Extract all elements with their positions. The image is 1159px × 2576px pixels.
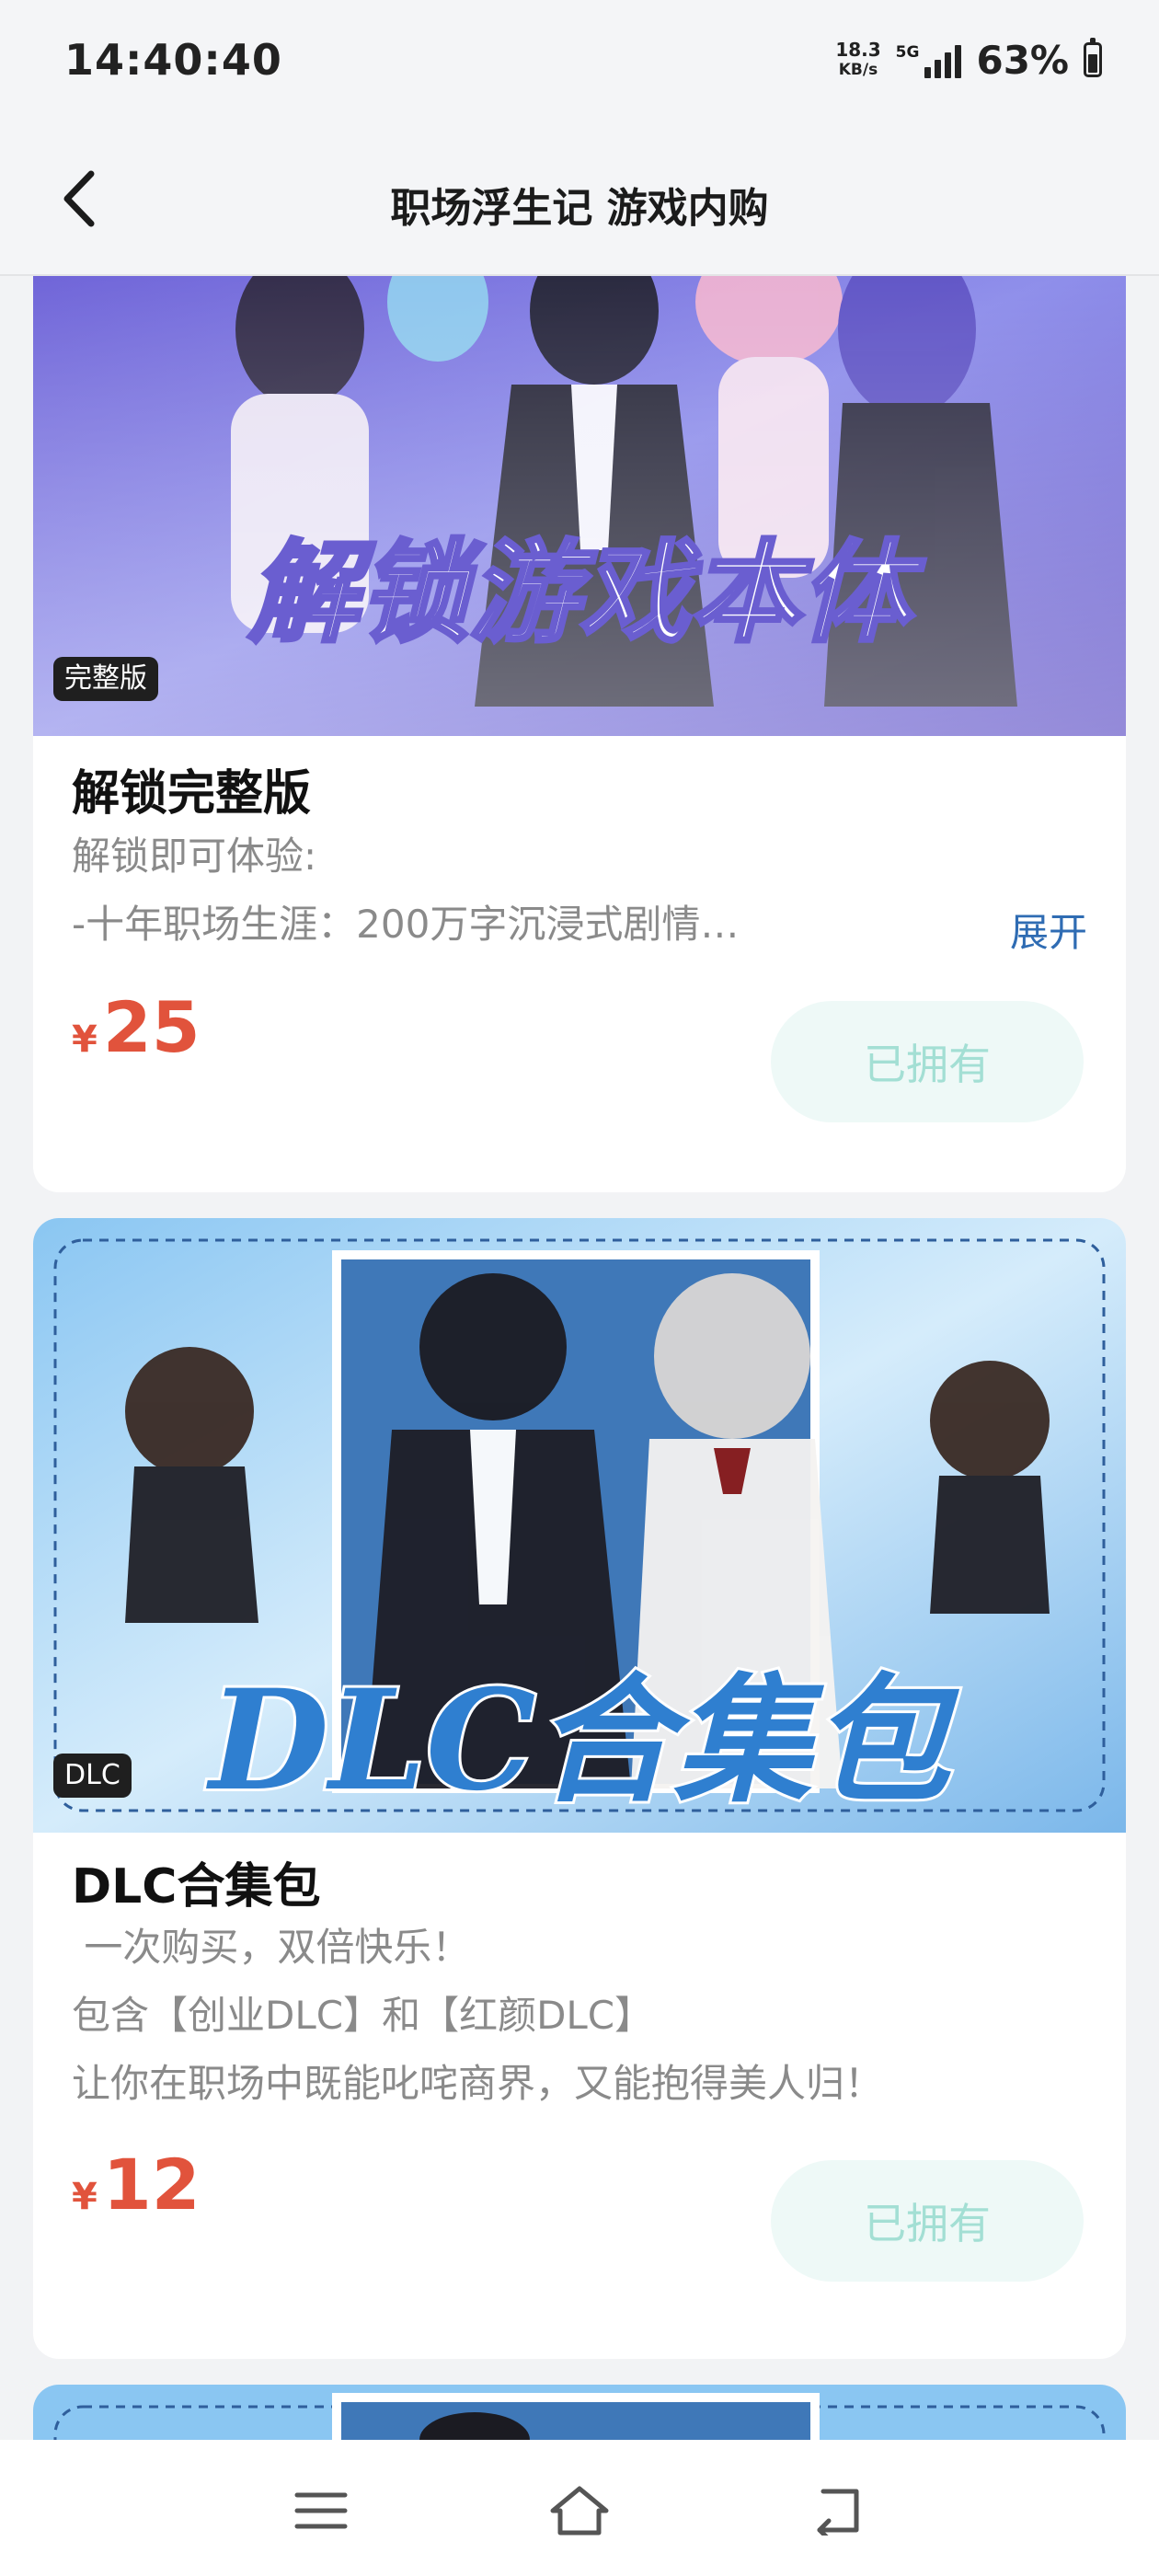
purchase-card-dlc-bundle: DLC合集包 DLC DLC合集包 一次购买，双倍快乐！ 包含【创业DLC】和【…: [33, 1218, 1126, 2359]
item-title: 解锁完整版: [72, 766, 312, 822]
tag-badge: 完整版: [53, 657, 158, 701]
network-speed-unit: KB/s: [838, 61, 878, 79]
purchase-card-partial[interactable]: [33, 2385, 1126, 2440]
owned-button[interactable]: 已拥有: [771, 2160, 1084, 2282]
price-value: 25: [102, 986, 201, 1068]
banner-illustration: DLC合集包: [33, 1218, 1126, 1833]
battery-fill: [1088, 53, 1097, 73]
back-arrow-icon: [817, 2489, 859, 2536]
banner-image: 解锁游戏本体 完整版: [33, 276, 1126, 736]
purchase-list[interactable]: 解锁游戏本体 完整版 解锁完整版 解锁即可体验: -十年职场生涯：200万字沉浸…: [0, 276, 1159, 2440]
home-icon: [550, 2486, 609, 2536]
battery-icon: [1084, 38, 1102, 77]
tag-badge: DLC: [53, 1754, 132, 1798]
system-nav-bar: [0, 2440, 1159, 2576]
battery-percent: 63%: [976, 37, 1069, 83]
item-title: DLC合集包: [72, 1859, 321, 1915]
banner-title: 解锁游戏本体: [247, 528, 926, 658]
menu-button[interactable]: [280, 2469, 362, 2552]
item-desc-line1: 解锁即可体验:: [72, 834, 317, 879]
item-desc-line2: 包含【创业DLC】和【红颜DLC】: [72, 1993, 654, 2038]
status-bar: 14:40:40 18.3 KB/s 5G 63%: [0, 0, 1159, 129]
banner-title: DLC合集包: [206, 1660, 960, 1822]
status-indicators: 18.3 KB/s 5G 63%: [835, 37, 1102, 83]
item-desc-line3: 让你在职场中既能叱咤商界，又能抱得美人归！: [72, 2061, 884, 2106]
expand-link[interactable]: 展开: [1010, 902, 1087, 958]
menu-icon: [294, 2492, 348, 2529]
banner-illustration: 解锁游戏本体: [33, 276, 1126, 736]
signal-icon: 5G: [896, 41, 962, 78]
network-speed: 18.3 KB/s: [835, 40, 880, 80]
owned-button[interactable]: 已拥有: [771, 1001, 1084, 1122]
page-header: 职场浮生记 游戏内购: [0, 129, 1159, 276]
network-speed-value: 18.3: [835, 39, 881, 61]
banner-illustration: [33, 2385, 1126, 2440]
purchase-card-full-version: 解锁游戏本体 完整版 解锁完整版 解锁即可体验: -十年职场生涯：200万字沉浸…: [33, 276, 1126, 1192]
price: ¥12: [72, 2144, 201, 2225]
signal-label: 5G: [895, 43, 920, 62]
page-title: 职场浮生记 游戏内购: [390, 185, 769, 232]
item-desc-line2: -十年职场生涯：200万字沉浸式剧情…: [72, 902, 740, 947]
banner-image: DLC合集包 DLC: [33, 1218, 1126, 1833]
currency-symbol: ¥: [72, 1018, 98, 1061]
currency-symbol: ¥: [72, 2176, 98, 2218]
home-button[interactable]: [538, 2469, 621, 2552]
price: ¥25: [72, 986, 201, 1068]
price-value: 12: [102, 2144, 201, 2225]
item-desc-line1: 一次购买，双倍快乐！: [72, 1925, 471, 1970]
back-nav-button[interactable]: [797, 2469, 879, 2552]
status-time: 14:40:40: [64, 35, 282, 85]
